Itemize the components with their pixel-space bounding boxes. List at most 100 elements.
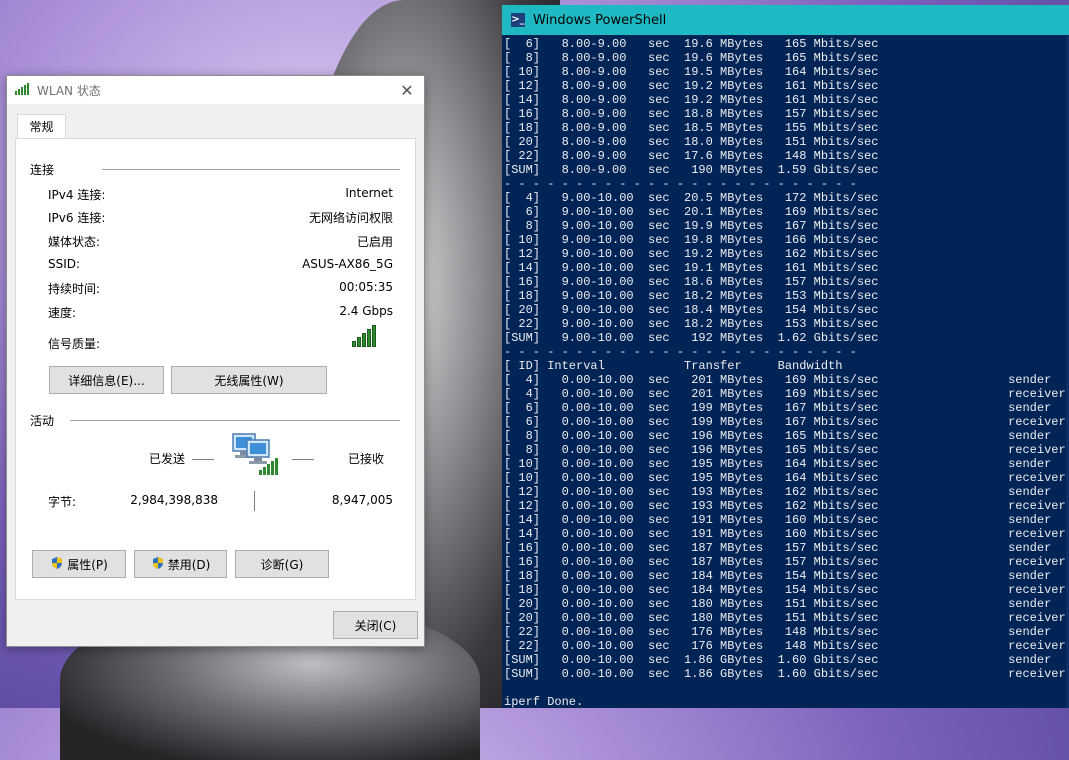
- terminal-line: [ 18] 0.00-10.00 sec 184 MBytes 154 Mbit…: [504, 583, 1066, 597]
- signal-bar: [362, 333, 366, 347]
- shield-icon: [50, 556, 64, 573]
- media-state-value: 已启用: [356, 235, 393, 249]
- signal-bar: [367, 329, 371, 347]
- ipv6-label: IPv6 连接:: [48, 211, 106, 225]
- powershell-icon: >_: [511, 13, 525, 27]
- duration-value: 00:05:35: [339, 280, 393, 294]
- terminal-line: [ 20] 9.00-10.00 sec 18.4 MBytes 154 Mbi…: [504, 303, 879, 317]
- terminal-line: [SUM] 9.00-10.00 sec 192 MBytes 1.62 Gbi…: [504, 331, 879, 345]
- disable-button[interactable]: 禁用(D): [134, 550, 227, 578]
- terminal-line: [ 6] 8.00-9.00 sec 19.6 MBytes 165 Mbits…: [504, 37, 879, 51]
- terminal-line: [ 14] 0.00-10.00 sec 191 MBytes 160 Mbit…: [504, 527, 1066, 541]
- terminal-line: [ 12] 9.00-10.00 sec 19.2 MBytes 162 Mbi…: [504, 247, 879, 261]
- section-divider: [102, 169, 400, 170]
- signal-bar: [352, 341, 356, 347]
- terminal-line: [ 8] 0.00-10.00 sec 196 MBytes 165 Mbits…: [504, 443, 1066, 457]
- terminal-line: [ 20] 0.00-10.00 sec 180 MBytes 151 Mbit…: [504, 597, 1052, 611]
- received-label: 已接收: [348, 452, 385, 466]
- network-computers-icon: [231, 432, 279, 479]
- ipv4-value: Internet: [345, 186, 393, 200]
- terminal-line: [SUM] 8.00-9.00 sec 190 MBytes 1.59 Gbit…: [504, 163, 879, 177]
- terminal-line: [ 22] 8.00-9.00 sec 17.6 MBytes 148 Mbit…: [504, 149, 879, 163]
- terminal-line: [ 6] 0.00-10.00 sec 199 MBytes 167 Mbits…: [504, 401, 1052, 415]
- terminal-line: [ 6] 9.00-10.00 sec 20.1 MBytes 169 Mbit…: [504, 205, 879, 219]
- dialog-title-bar: WLAN 状态 ✕: [7, 76, 424, 104]
- signal-quality-label: 信号质量:: [48, 337, 101, 351]
- terminal-line: [ 16] 9.00-10.00 sec 18.6 MBytes 157 Mbi…: [504, 275, 879, 289]
- terminal-line: [SUM] 0.00-10.00 sec 1.86 GBytes 1.60 Gb…: [504, 667, 1066, 681]
- media-state-label: 媒体状态:: [48, 235, 101, 249]
- terminal-line: [ 6] 0.00-10.00 sec 199 MBytes 167 Mbits…: [504, 415, 1066, 429]
- terminal-line: [ 16] 0.00-10.00 sec 187 MBytes 157 Mbit…: [504, 555, 1066, 569]
- disable-button-label: 禁用(D): [167, 557, 211, 572]
- wifi-signal-icon: [15, 82, 31, 98]
- signal-strength-icon: [352, 325, 376, 347]
- ipv6-value: 无网络访问权限: [308, 211, 393, 225]
- speed-value: 2.4 Gbps: [339, 304, 393, 318]
- ssid-label: SSID:: [48, 257, 81, 271]
- terminal-line: [ 10] 8.00-9.00 sec 19.5 MBytes 164 Mbit…: [504, 65, 879, 79]
- terminal-line: [ 4] 9.00-10.00 sec 20.5 MBytes 172 Mbit…: [504, 191, 879, 205]
- speed-label: 速度:: [48, 306, 77, 320]
- terminal-line: [ 4] 0.00-10.00 sec 201 MBytes 169 Mbits…: [504, 373, 1052, 387]
- powershell-window: >_ Windows PowerShell [ 6] 8.00-9.00 sec…: [502, 5, 1069, 708]
- terminal-line: [ 10] 0.00-10.00 sec 195 MBytes 164 Mbit…: [504, 471, 1066, 485]
- shield-icon: [151, 556, 165, 573]
- wireless-properties-button[interactable]: 无线属性(W): [171, 366, 327, 394]
- connection-section-title: 连接: [30, 163, 55, 177]
- terminal-line: [ ID] Interval Transfer Bandwidth: [504, 359, 843, 373]
- terminal-line: [SUM] 0.00-10.00 sec 1.86 GBytes 1.60 Gb…: [504, 653, 1052, 667]
- terminal-output[interactable]: [ 6] 8.00-9.00 sec 19.6 MBytes 165 Mbits…: [504, 37, 1066, 708]
- terminal-line: [ 16] 8.00-9.00 sec 18.8 MBytes 157 Mbit…: [504, 107, 879, 121]
- general-panel: 连接 IPv4 连接: Internet IPv6 连接: 无网络访问权限 媒体…: [15, 138, 416, 600]
- sent-label: 已发送: [149, 452, 186, 466]
- powershell-title-bar: >_ Windows PowerShell: [502, 5, 1069, 35]
- terminal-line: [ 22] 0.00-10.00 sec 176 MBytes 148 Mbit…: [504, 639, 1066, 653]
- terminal-line: [ 8] 0.00-10.00 sec 196 MBytes 165 Mbits…: [504, 429, 1052, 443]
- diagnose-button[interactable]: 诊断(G): [235, 550, 329, 578]
- ssid-value: ASUS-AX86_5G: [302, 257, 393, 271]
- close-icon[interactable]: ✕: [398, 81, 416, 100]
- terminal-line: iperf Done.: [504, 695, 584, 708]
- powershell-title: Windows PowerShell: [533, 12, 667, 28]
- terminal-line: [ 14] 9.00-10.00 sec 19.1 MBytes 161 Mbi…: [504, 261, 879, 275]
- terminal-line: [ 8] 9.00-10.00 sec 19.9 MBytes 167 Mbit…: [504, 219, 879, 233]
- bytes-label: 字节:: [48, 495, 77, 509]
- ipv4-label: IPv4 连接:: [48, 188, 106, 202]
- dialog-title: WLAN 状态: [37, 83, 101, 98]
- terminal-line: [ 8] 8.00-9.00 sec 19.6 MBytes 165 Mbits…: [504, 51, 879, 65]
- terminal-line: [ 12] 0.00-10.00 sec 193 MBytes 162 Mbit…: [504, 485, 1052, 499]
- tab-general[interactable]: 常规: [17, 114, 66, 138]
- terminal-line: [ 14] 8.00-9.00 sec 19.2 MBytes 161 Mbit…: [504, 93, 879, 107]
- terminal-line: [ 16] 0.00-10.00 sec 187 MBytes 157 Mbit…: [504, 541, 1052, 555]
- terminal-line: [ 10] 0.00-10.00 sec 195 MBytes 164 Mbit…: [504, 457, 1052, 471]
- terminal-line: [ 22] 9.00-10.00 sec 18.2 MBytes 153 Mbi…: [504, 317, 879, 331]
- terminal-line: - - - - - - - - - - - - - - - - - - - - …: [504, 345, 857, 359]
- terminal-line: [ 4] 0.00-10.00 sec 201 MBytes 169 Mbits…: [504, 387, 1066, 401]
- activity-section-title: 活动: [30, 414, 55, 428]
- signal-bar: [357, 337, 361, 347]
- bytes-separator: [254, 491, 255, 511]
- terminal-line: [ 14] 0.00-10.00 sec 191 MBytes 160 Mbit…: [504, 513, 1052, 527]
- terminal-line: [ 10] 9.00-10.00 sec 19.8 MBytes 166 Mbi…: [504, 233, 879, 247]
- terminal-line: [ 18] 0.00-10.00 sec 184 MBytes 154 Mbit…: [504, 569, 1052, 583]
- sent-line: [192, 459, 214, 460]
- terminal-line: [ 12] 8.00-9.00 sec 19.2 MBytes 161 Mbit…: [504, 79, 879, 93]
- received-line: [292, 459, 314, 460]
- terminal-line: [ 18] 8.00-9.00 sec 18.5 MBytes 155 Mbit…: [504, 121, 879, 135]
- signal-bar: [372, 325, 376, 347]
- wlan-status-dialog: WLAN 状态 ✕ 常规 连接 IPv4 连接: Internet IPv6 连…: [6, 75, 425, 647]
- duration-label: 持续时间:: [48, 282, 101, 296]
- details-button[interactable]: 详细信息(E)...: [49, 366, 164, 394]
- terminal-line: [ 12] 0.00-10.00 sec 193 MBytes 162 Mbit…: [504, 499, 1066, 513]
- close-button[interactable]: 关闭(C): [333, 611, 418, 639]
- properties-button[interactable]: 属性(P): [32, 550, 126, 578]
- properties-button-label: 属性(P): [67, 557, 108, 572]
- bytes-received-value: 8,947,005: [331, 493, 393, 507]
- terminal-line: [ 22] 0.00-10.00 sec 176 MBytes 148 Mbit…: [504, 625, 1052, 639]
- terminal-line: [ 20] 0.00-10.00 sec 180 MBytes 151 Mbit…: [504, 611, 1066, 625]
- bytes-sent-value: 2,984,398,838: [130, 493, 218, 507]
- terminal-line: - - - - - - - - - - - - - - - - - - - - …: [504, 177, 857, 191]
- section-divider: [70, 420, 400, 421]
